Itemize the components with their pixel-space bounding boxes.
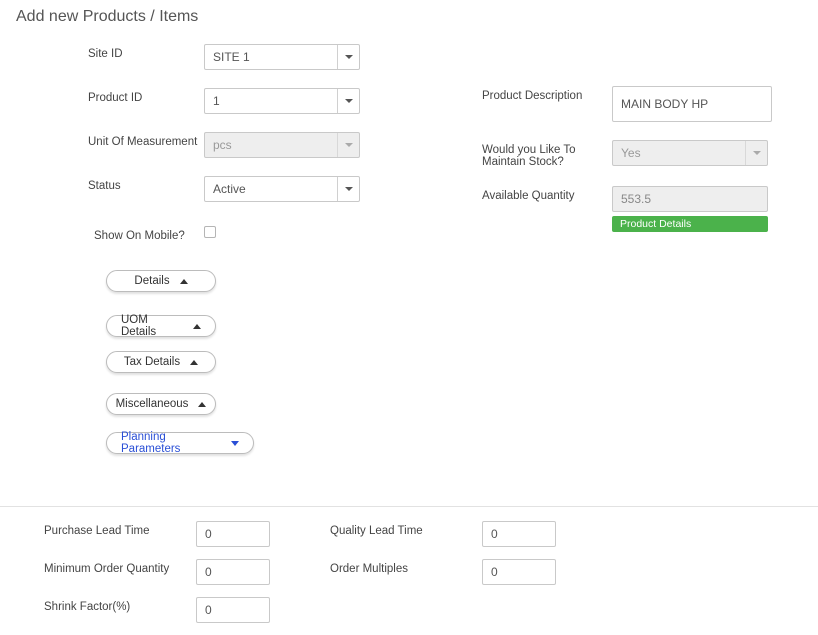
chevron-up-icon bbox=[193, 324, 201, 329]
accordion-label: Tax Details bbox=[124, 356, 180, 368]
product-id-select[interactable]: 1 bbox=[204, 88, 360, 114]
chevron-down-icon bbox=[231, 441, 239, 446]
uom-select[interactable]: pcs bbox=[204, 132, 360, 158]
shrink-factor-input[interactable]: 0 bbox=[196, 597, 270, 623]
section-divider bbox=[0, 506, 818, 507]
dropdown-arrow-icon bbox=[337, 177, 359, 201]
tax-details-accordion[interactable]: Tax Details bbox=[106, 351, 216, 373]
planning-parameters-accordion[interactable]: Planning Parameters bbox=[106, 432, 254, 454]
page-title: Add new Products / Items bbox=[16, 8, 818, 26]
chevron-up-icon bbox=[198, 402, 206, 407]
product-description-value: MAIN BODY HP bbox=[621, 97, 708, 111]
status-value: Active bbox=[205, 182, 337, 196]
maintain-stock-value: Yes bbox=[613, 146, 745, 160]
available-quantity-input: 553.5 bbox=[612, 186, 768, 212]
accordion-label: UOM Details bbox=[121, 314, 183, 338]
chevron-up-icon bbox=[180, 279, 188, 284]
quality-lead-time-value: 0 bbox=[491, 527, 498, 541]
site-id-label: Site ID bbox=[88, 44, 204, 60]
dropdown-arrow-icon bbox=[337, 45, 359, 69]
shrink-factor-label: Shrink Factor(%) bbox=[44, 597, 196, 613]
order-multiples-input[interactable]: 0 bbox=[482, 559, 556, 585]
product-description-input[interactable]: MAIN BODY HP bbox=[612, 86, 772, 122]
accordion-label: Planning Parameters bbox=[121, 431, 221, 455]
product-id-label: Product ID bbox=[88, 88, 204, 104]
product-description-label: Product Description bbox=[482, 86, 612, 102]
purchase-lead-time-input[interactable]: 0 bbox=[196, 521, 270, 547]
uom-value: pcs bbox=[205, 138, 337, 152]
site-id-select[interactable]: SITE 1 bbox=[204, 44, 360, 70]
product-details-badge[interactable]: Product Details bbox=[612, 216, 768, 232]
purchase-lead-time-label: Purchase Lead Time bbox=[44, 521, 196, 537]
order-multiples-label: Order Multiples bbox=[330, 559, 482, 575]
available-quantity-label: Available Quantity bbox=[482, 186, 612, 202]
site-id-value: SITE 1 bbox=[205, 50, 337, 64]
available-quantity-value: 553.5 bbox=[621, 192, 651, 206]
accordion-label: Miscellaneous bbox=[116, 398, 189, 410]
maintain-stock-select[interactable]: Yes bbox=[612, 140, 768, 166]
purchase-lead-time-value: 0 bbox=[205, 527, 212, 541]
show-mobile-label: Show On Mobile? bbox=[94, 226, 204, 242]
dropdown-arrow-icon bbox=[745, 141, 767, 165]
status-label: Status bbox=[88, 176, 204, 192]
product-id-value: 1 bbox=[205, 94, 337, 108]
maintain-stock-label: Would you Like To Maintain Stock? bbox=[482, 140, 612, 168]
min-order-qty-input[interactable]: 0 bbox=[196, 559, 270, 585]
quality-lead-time-label: Quality Lead Time bbox=[330, 521, 482, 537]
uom-details-accordion[interactable]: UOM Details bbox=[106, 315, 216, 337]
status-select[interactable]: Active bbox=[204, 176, 360, 202]
shrink-factor-value: 0 bbox=[205, 603, 212, 617]
quality-lead-time-input[interactable]: 0 bbox=[482, 521, 556, 547]
miscellaneous-accordion[interactable]: Miscellaneous bbox=[106, 393, 216, 415]
uom-label: Unit Of Measurement bbox=[88, 132, 204, 148]
min-order-qty-value: 0 bbox=[205, 565, 212, 579]
dropdown-arrow-icon bbox=[337, 89, 359, 113]
details-accordion[interactable]: Details bbox=[106, 270, 216, 292]
min-order-qty-label: Minimum Order Quantity bbox=[44, 559, 196, 575]
accordion-label: Details bbox=[134, 275, 169, 287]
chevron-up-icon bbox=[190, 360, 198, 365]
show-mobile-checkbox[interactable] bbox=[204, 226, 216, 238]
dropdown-arrow-icon bbox=[337, 133, 359, 157]
order-multiples-value: 0 bbox=[491, 565, 498, 579]
